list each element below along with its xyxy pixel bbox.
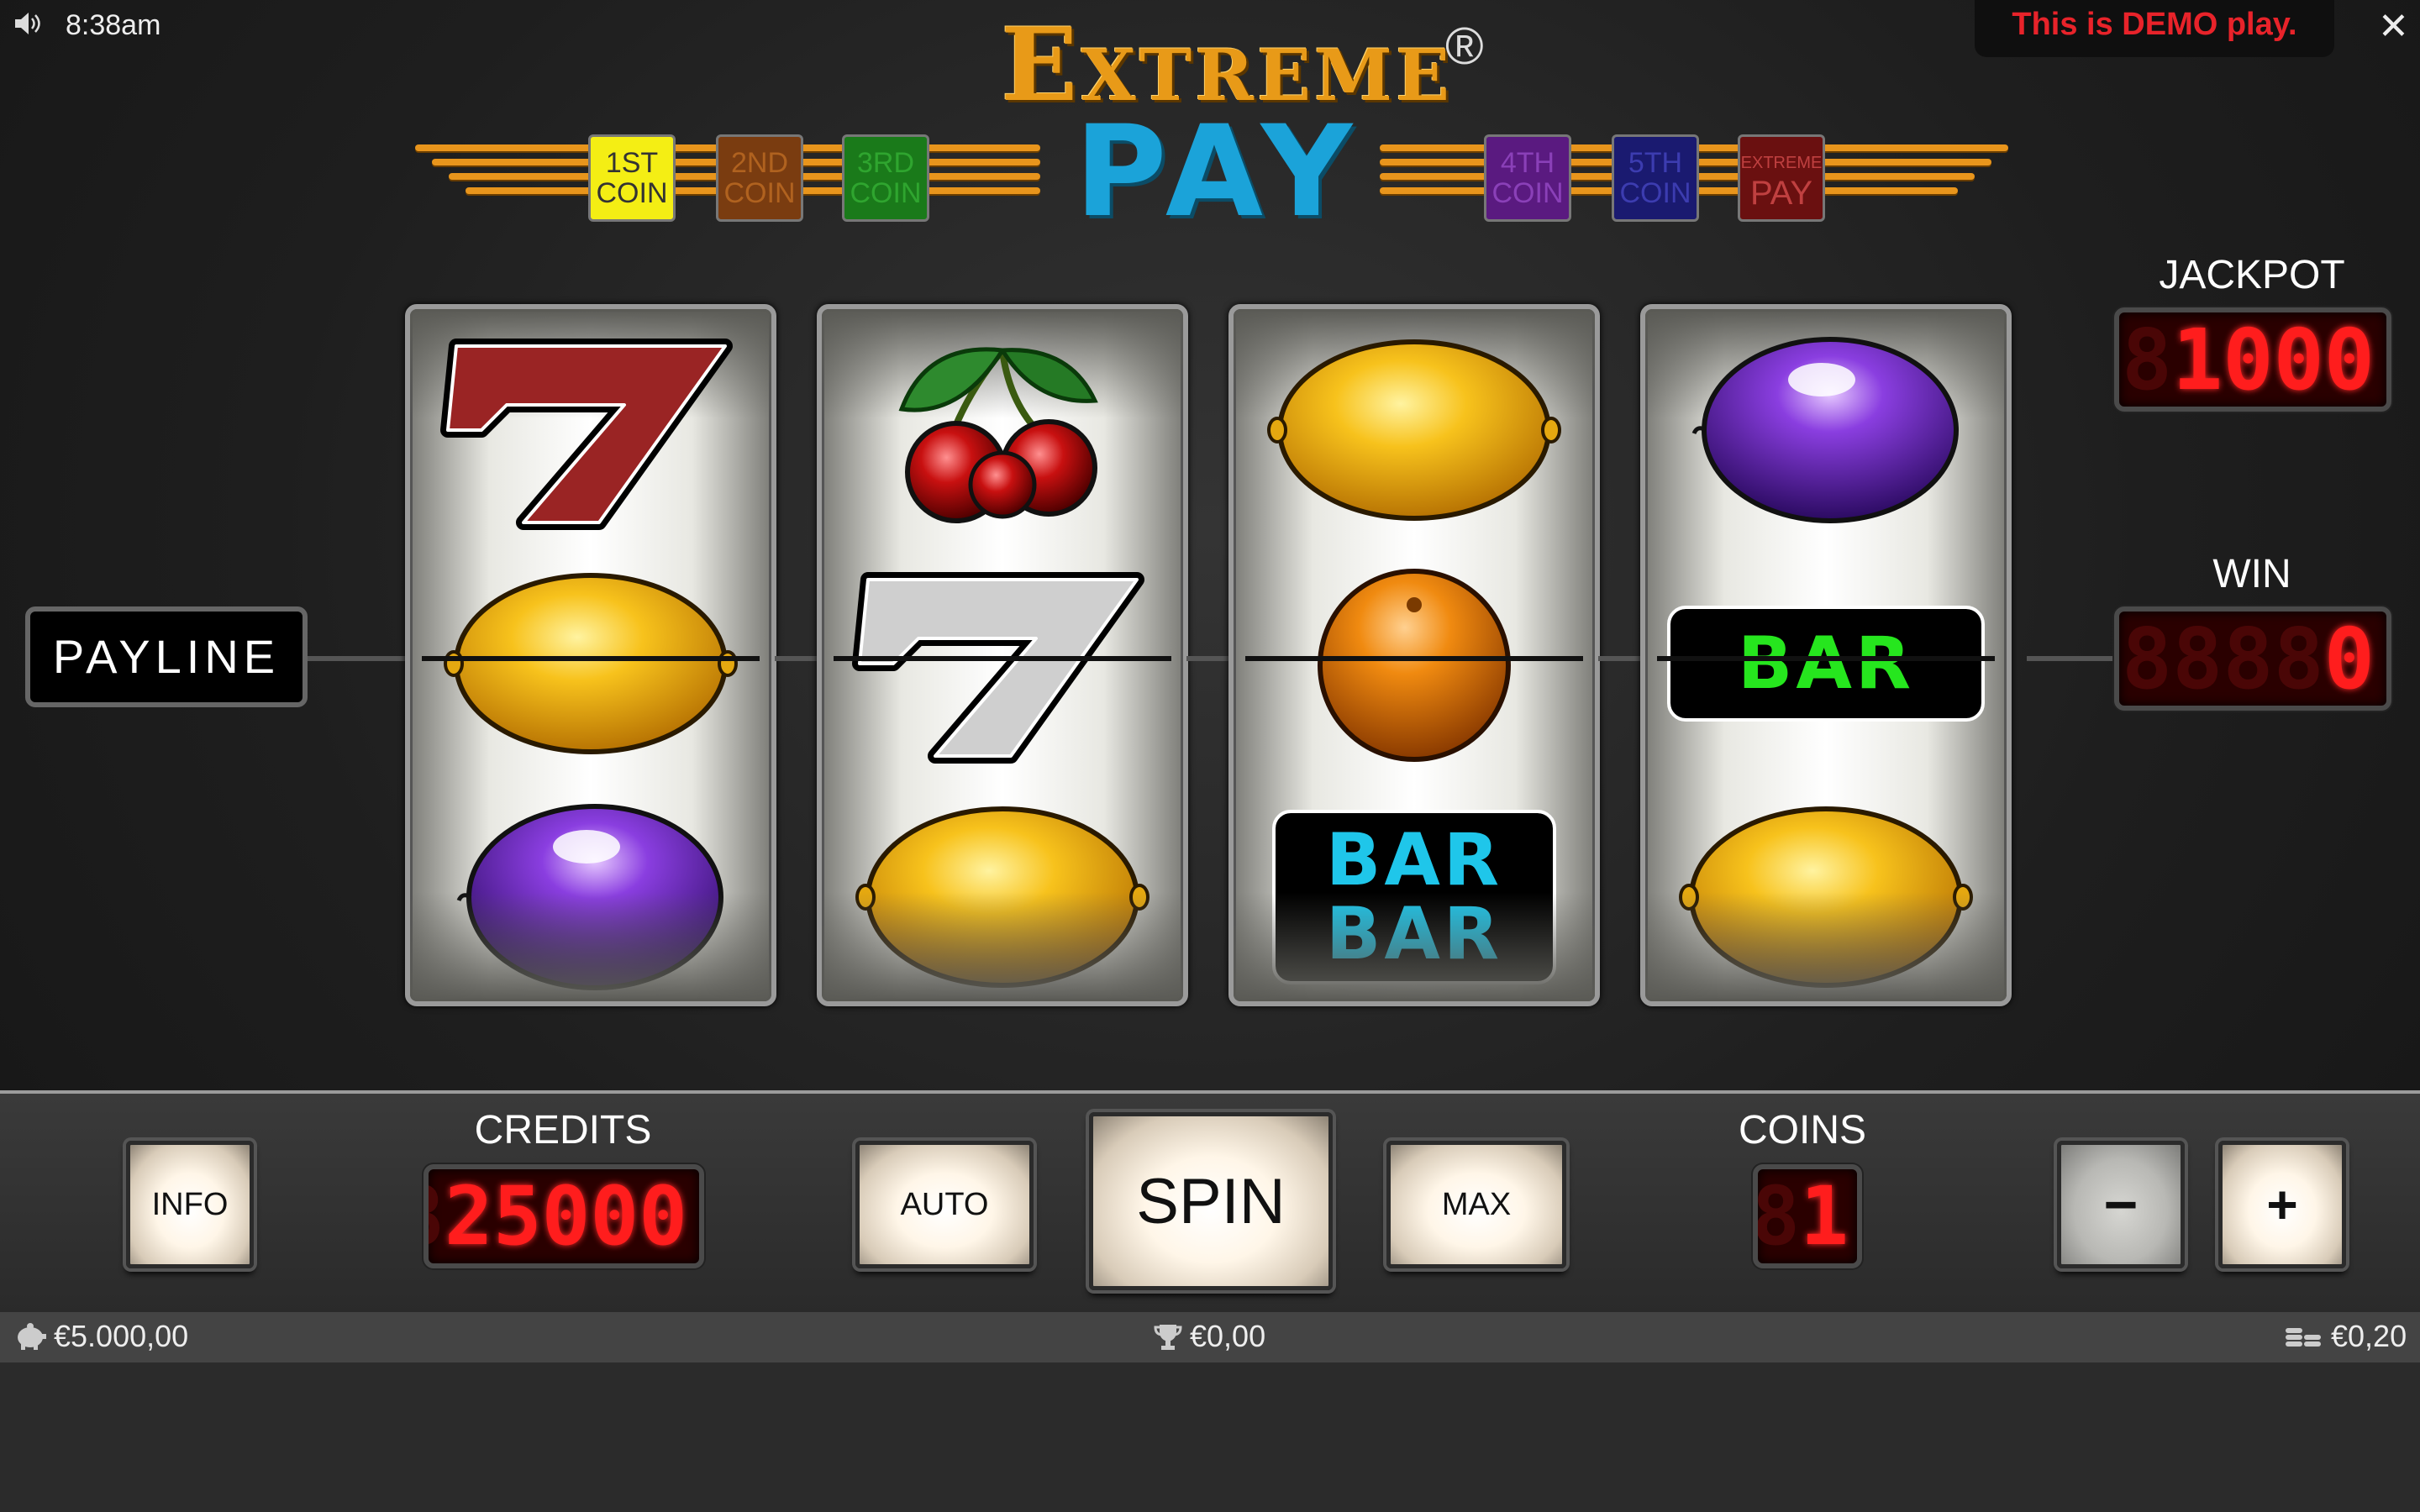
payline-connector: [1598, 656, 1640, 661]
piggy-bank-icon: [18, 1323, 46, 1350]
bar-text: BAR: [1325, 818, 1503, 902]
coin-badge-line1: EXTREME: [1740, 154, 1823, 172]
jackpot-display: 8881000: [2114, 307, 2391, 412]
auto-button[interactable]: AUTO: [855, 1141, 1034, 1268]
max-button[interactable]: MAX: [1386, 1141, 1566, 1268]
coin-badge-line2: COIN: [723, 177, 796, 209]
coin-badge: 4TH COIN: [1484, 134, 1571, 222]
coin-badge-line2: COIN: [596, 177, 668, 209]
symbol-lemon: [1234, 321, 1595, 539]
jackpot-title: JACKPOT: [2159, 253, 2345, 297]
reel: [817, 304, 1188, 1006]
coin-stack-icon: [2286, 1328, 2321, 1347]
win-value: 0: [2323, 609, 2375, 708]
payline: [422, 656, 760, 661]
speaker-icon[interactable]: [12, 8, 42, 43]
credits-value: 25000: [445, 1169, 687, 1263]
clock: 8:38am: [66, 9, 161, 41]
coin-badge-line2: COIN: [1491, 177, 1564, 209]
coin-badge: 5TH COIN: [1612, 134, 1699, 222]
bet: €0,20: [2284, 1319, 2407, 1354]
logo-pay: PAY: [1074, 99, 1363, 245]
page-background-bottom: [0, 1362, 2420, 1512]
jackpot-value: 1000: [2172, 310, 2375, 409]
symbol-lemon: [410, 554, 771, 773]
increase-coins-button[interactable]: +: [2218, 1141, 2346, 1268]
symbol-seven-white: [822, 554, 1183, 773]
symbol-lemon: [822, 788, 1183, 1001]
coin-badge-line1: 3RD: [856, 147, 915, 179]
symbol-plum: [410, 788, 771, 1001]
symbol-bar-green: BAR: [1645, 554, 2007, 773]
credits-display: 825000: [424, 1164, 704, 1268]
payline-connector: [1186, 656, 1228, 661]
coins-title: COINS: [1738, 1108, 1866, 1152]
symbol-bar-bar: BAR BAR: [1234, 788, 1595, 1001]
coin-badge-line1: 1ST: [605, 147, 659, 179]
bar-text: BAR: [1325, 892, 1503, 976]
coins-value: 1: [1800, 1169, 1849, 1263]
symbol-plum: [1645, 321, 2007, 539]
coin-badge-line1: 2ND: [730, 147, 789, 179]
coin-badge-line2: PAY: [1749, 175, 1813, 212]
total-win: €0,00: [1153, 1319, 1265, 1354]
coin-badge: EXTREME PAY: [1738, 134, 1825, 222]
coin-badge-line1: 4TH: [1500, 147, 1555, 179]
coin-badge-line2: COIN: [1619, 177, 1691, 209]
close-icon[interactable]: ✕: [2378, 8, 2409, 45]
decrease-coins-button[interactable]: −: [2057, 1141, 2185, 1268]
demo-banner: This is DEMO play.: [1975, 0, 2334, 57]
reel: BAR: [1640, 304, 2012, 1006]
symbol-orange: [1234, 554, 1595, 773]
win-title: WIN: [2212, 552, 2291, 596]
payline-label: PAYLINE: [25, 606, 308, 707]
info-button[interactable]: INFO: [126, 1141, 254, 1268]
balance: €5.000,00: [13, 1319, 188, 1354]
payline: [1657, 656, 1995, 661]
payline: [834, 656, 1171, 661]
bar-text: BAR: [1737, 622, 1915, 706]
spin-button[interactable]: SPIN: [1089, 1112, 1333, 1290]
symbol-seven-red: [410, 321, 771, 539]
coin-badge: 2ND COIN: [716, 134, 803, 222]
win-ghost-digits: 88888: [2119, 609, 2324, 708]
footer-bar: €5.000,00 €0,00 €0,20: [0, 1312, 2420, 1362]
symbol-cherries: [822, 321, 1183, 539]
registered-mark: ®: [1445, 18, 1484, 76]
bet-value: €0,20: [2331, 1319, 2407, 1353]
coin-badge-line2: COIN: [850, 177, 922, 209]
reel: BAR BAR: [1228, 304, 1600, 1006]
coin-badge-line1: 5TH: [1628, 147, 1683, 179]
status-bar: 8:38am: [12, 8, 160, 43]
jackpot-ghost-digits: 888: [2119, 310, 2173, 409]
balance-value: €5.000,00: [54, 1319, 189, 1353]
coin-badge: 1ST COIN: [588, 134, 676, 222]
coins-ghost-digits: 8: [1753, 1169, 1801, 1263]
reel: [405, 304, 776, 1006]
total-win-value: €0,00: [1190, 1319, 1266, 1353]
payline-connector: [2027, 656, 2118, 661]
payline-connector: [308, 656, 405, 661]
symbol-lemon: [1645, 788, 2007, 1001]
coin-badge: 3RD COIN: [842, 134, 929, 222]
coins-display: 81: [1753, 1164, 1862, 1268]
win-display: 888880: [2114, 606, 2391, 711]
trophy-icon: [1154, 1325, 1182, 1350]
credits-ghost-digits: 8: [429, 1169, 445, 1263]
payline-connector: [775, 656, 817, 661]
payline: [1245, 656, 1583, 661]
credits-title: CREDITS: [474, 1108, 652, 1152]
control-panel: INFO CREDITS 825000 AUTO SPIN MAX COINS …: [0, 1090, 2420, 1315]
